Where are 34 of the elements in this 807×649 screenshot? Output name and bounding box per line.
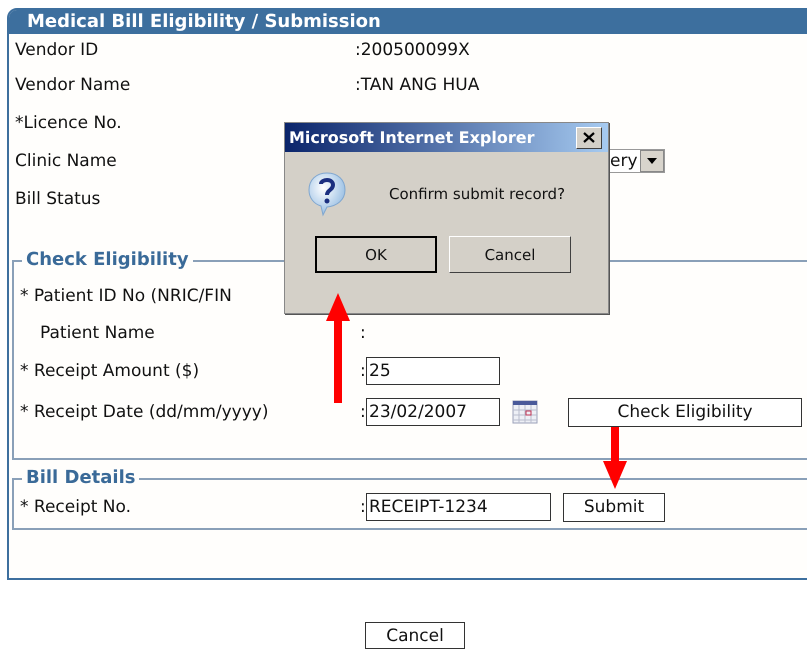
clinic-select[interactable]: ery xyxy=(607,149,665,173)
question-icon xyxy=(307,171,347,217)
dialog-message: Confirm submit record? xyxy=(389,185,566,203)
colon: : xyxy=(360,361,366,381)
field-value: : xyxy=(360,323,366,343)
field-label: Vendor ID xyxy=(15,40,100,60)
close-icon xyxy=(583,132,595,143)
colon: : xyxy=(360,402,366,422)
field-label: Vendor Name xyxy=(15,75,132,95)
field-value: :200500099X xyxy=(355,40,470,60)
field-label: * Patient ID No (NRIC/FIN xyxy=(20,286,233,306)
colon: : xyxy=(360,497,366,517)
text-input[interactable]: RECEIPT-1234 xyxy=(366,493,551,521)
section-legend: Check Eligibility xyxy=(22,249,193,271)
field-label: * Receipt No. xyxy=(20,497,132,517)
check-eligibility-button[interactable]: Check Eligibility xyxy=(568,398,802,426)
close-button[interactable] xyxy=(576,126,602,148)
field-label: Clinic Name xyxy=(15,151,118,171)
cancel-button[interactable]: Cancel xyxy=(365,622,465,649)
text-input[interactable]: 25 xyxy=(366,357,500,385)
ok-button[interactable]: OK xyxy=(315,236,437,273)
panel-title: Medical Bill Eligibility / Submission xyxy=(9,10,807,34)
cancel-button[interactable]: Cancel xyxy=(449,236,571,273)
field-label: *Licence No. xyxy=(15,113,123,133)
dialog-title: Microsoft Internet Explorer xyxy=(289,128,534,147)
field-label: * Receipt Date (dd/mm/yyyy) xyxy=(20,402,270,422)
arrow xyxy=(603,427,627,489)
submit-button[interactable]: Submit xyxy=(563,492,665,522)
calendar-icon[interactable] xyxy=(512,400,538,424)
field-value: :TAN ANG HUA xyxy=(355,75,480,95)
text-input[interactable]: 23/02/2007 xyxy=(366,398,500,426)
field-label: Patient Name xyxy=(39,323,156,343)
field-label: Bill Status xyxy=(15,189,102,209)
field-label: * Receipt Amount ($) xyxy=(20,361,200,381)
